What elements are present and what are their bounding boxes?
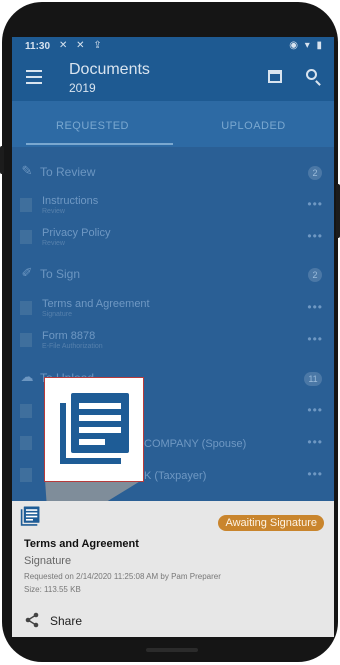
phone-frame: 11:30 ✕ ✕ ⇪ ◉ ▾ ▮ Documents 2019 REQUEST… bbox=[0, 2, 340, 662]
volume-button bbox=[0, 146, 4, 174]
document-list-icon bbox=[60, 393, 129, 464]
phone-speaker-bar bbox=[146, 648, 198, 652]
document-detail-sheet: Awaiting Signature Terms and Agreement S… bbox=[12, 501, 334, 637]
requested-info: Requested on 2/14/2020 11:25:08 AM by Pa… bbox=[24, 572, 221, 581]
status-badge: Awaiting Signature bbox=[218, 515, 324, 531]
power-button bbox=[336, 184, 340, 238]
document-list-icon bbox=[20, 506, 40, 526]
file-size: Size: 113.55 KB bbox=[24, 585, 81, 594]
share-icon[interactable] bbox=[24, 612, 40, 628]
magnified-document-icon bbox=[44, 377, 144, 482]
share-button[interactable]: Share bbox=[50, 614, 82, 628]
document-type: Signature bbox=[24, 555, 72, 567]
document-title: Terms and Agreement bbox=[24, 538, 139, 550]
screen: 11:30 ✕ ✕ ⇪ ◉ ▾ ▮ Documents 2019 REQUEST… bbox=[12, 37, 334, 637]
